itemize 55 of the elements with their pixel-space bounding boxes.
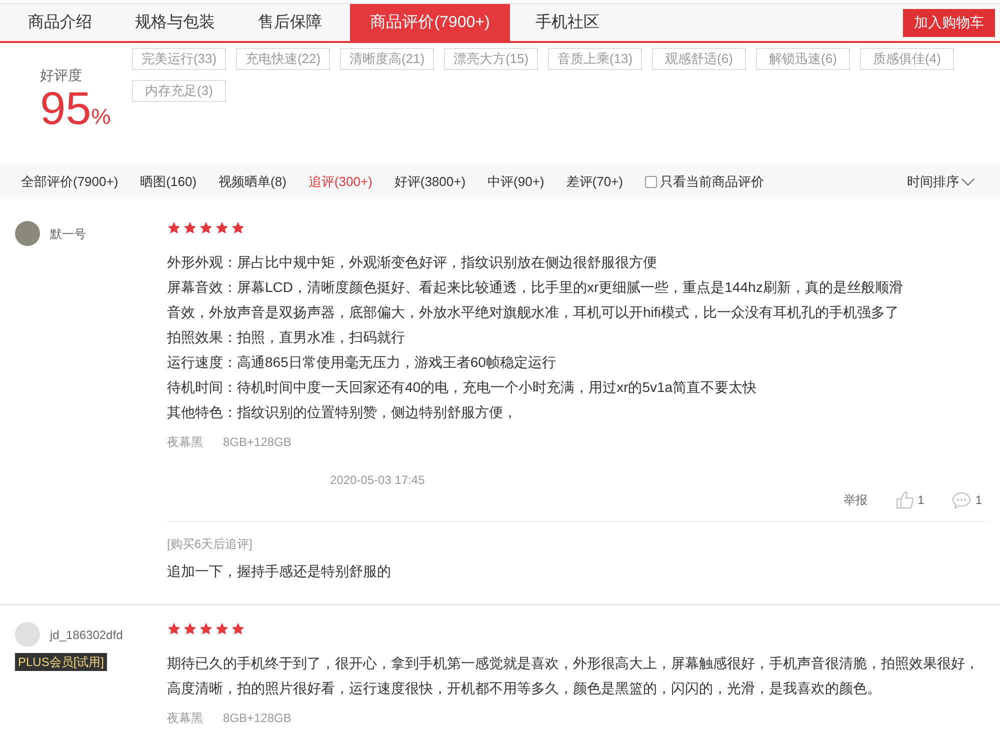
review-text: 拍照效果：拍照，直男水准，扫码就行 (167, 328, 406, 347)
filter-tab[interactable]: 差评(70+) (566, 172, 623, 192)
star-icon (215, 221, 229, 235)
star-icon (167, 622, 181, 636)
review-text: 其他特色：指纹识别的位置特别赞，侧边特别舒服方便， (167, 403, 518, 422)
checkbox[interactable] (644, 176, 657, 188)
review-text: 外形外观：屏占比中规中矩，外观渐变色好评，指纹识别放在侧边很舒服很方便 (167, 253, 658, 272)
avatar (15, 221, 40, 246)
like-button[interactable]: 1 (896, 491, 924, 509)
review-text: 音效，外放声音是双扬声器，底部偏大，外放水平绝对旗舰水准，耳机可以开hifi模式，比一众没有耳机孔的手机强多了 (167, 303, 900, 322)
storage-spec: 8GB+128GB (223, 710, 292, 727)
star-icon (215, 622, 229, 636)
filter-tab[interactable]: 晒图(160) (140, 172, 197, 192)
color-variant: 夜幕黑 (167, 434, 203, 451)
username: 默一号 (50, 226, 86, 242)
tab[interactable]: 手机社区 (510, 4, 625, 41)
checkbox-label: 只看当前商品评价 (660, 173, 764, 192)
caret-icon (961, 178, 975, 186)
review-text: 期待已久的手机终于到了，很开心，拿到手机第一感觉就是喜欢，外形很高大上，屏幕触感很好，手机声音很清脆，拍照效果很好，高度清晰，拍的照片很好看，运行速度很快，开机都不用等多久，颜色是黑篮的，闪闪的，光滑，是我喜欢的颜色。 (167, 654, 980, 698)
filter-tab[interactable]: 好评(3800+) (394, 172, 466, 192)
star-icon (183, 221, 197, 235)
filter-tab[interactable]: 追评(300+) (308, 172, 372, 192)
add-to-cart-button[interactable]: 加入购物车 (903, 8, 995, 36)
review-text: 运行速度：高通865日常使用毫无压力，游戏王者60帧稳定运行 (167, 353, 557, 372)
comment-button[interactable]: 1 (952, 491, 982, 509)
review-text: 待机时间：待机时间中度一天回家还有40的电，充电一个小时充满，用过xr的5v1a简直不要太快 (167, 378, 758, 397)
star-icon (199, 622, 213, 636)
speech-bubble-icon (952, 492, 972, 509)
tab[interactable]: 售后保障 (230, 4, 350, 41)
color-variant: 夜幕黑 (167, 710, 203, 727)
thumbs-up-icon (896, 491, 914, 509)
star-icon (199, 221, 213, 235)
followup-label: [购买6天后追评] (167, 536, 254, 553)
membership-badge: PLUS会员[试用] (15, 653, 108, 671)
percent-sign: % (91, 103, 111, 131)
rating-label: 好评度 (40, 66, 83, 85)
avatar (15, 622, 40, 647)
report-link[interactable]: 举报 (844, 491, 868, 509)
filter-tab[interactable]: 中评(90+) (488, 172, 544, 192)
star-icon (183, 622, 197, 636)
review-date: 2020-05-03 17:45 (330, 472, 426, 489)
username: jd_186302dfd (50, 626, 123, 644)
star-icon (167, 221, 181, 235)
followup-text: 追加一下，握持手感还是特别舒服的 (167, 562, 392, 581)
sort-dropdown[interactable]: 时间排序 (907, 172, 975, 192)
filter-tab[interactable]: 全部评价(7900+) (21, 172, 118, 192)
tab[interactable]: 规格与包装 (120, 4, 230, 41)
star-icon (231, 221, 245, 235)
star-icon (231, 622, 245, 636)
tab[interactable]: 商品评价(7900+) (350, 4, 510, 41)
filter-tab[interactable]: 视频晒单(8) (218, 172, 286, 192)
review-text: 屏幕音效：屏幕LCD，清晰度颜色挺好、看起来比较通透，比手里的xr更细腻一些，重点是144hz刷新，真的是丝般顺滑 (167, 278, 904, 297)
tab[interactable]: 商品介绍 (0, 4, 120, 41)
storage-spec: 8GB+128GB (223, 434, 292, 451)
rating-percentage: 95 (40, 84, 92, 132)
